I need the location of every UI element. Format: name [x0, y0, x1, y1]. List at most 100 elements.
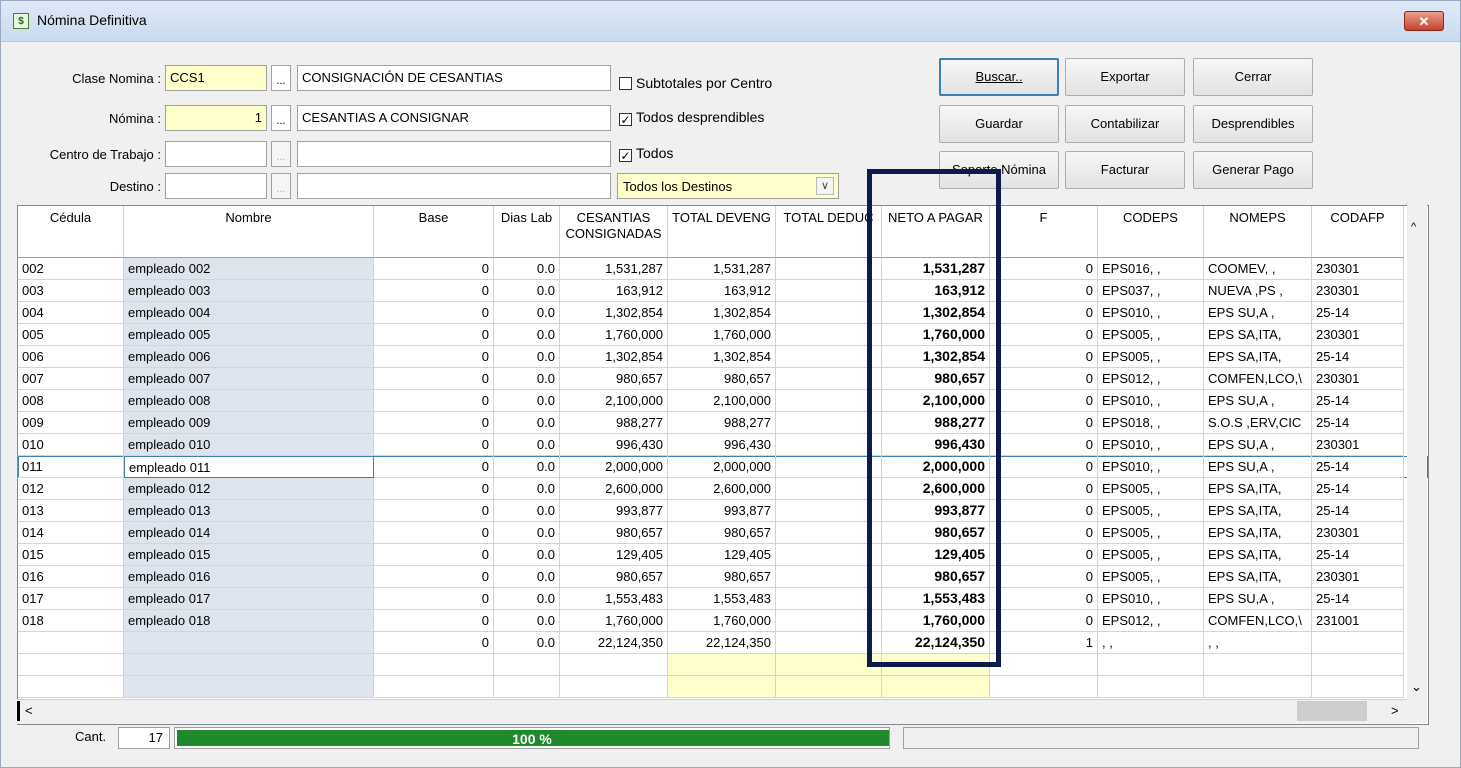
table-row[interactable]: 002 empleado 002 0 0.0 1,531,287 1,531,287 1,5…	[18, 258, 1428, 280]
empty-row[interactable]	[18, 676, 1428, 698]
empty-cell[interactable]	[494, 676, 560, 698]
cell-dias-lab[interactable]: 0.0	[494, 390, 560, 412]
cell-nomeps[interactable]: NUEVA ,PS ,	[1204, 280, 1312, 302]
cell-codeps[interactable]: EPS005, ,	[1098, 324, 1204, 346]
cell-codafp[interactable]: 230301	[1312, 434, 1404, 456]
cell-dias-lab[interactable]: 0.0	[494, 346, 560, 368]
cell-dias-lab[interactable]: 0.0	[494, 434, 560, 456]
cell-total-deveng[interactable]: 993,877	[668, 500, 776, 522]
cell-neto-a-pagar[interactable]: 980,657	[882, 368, 990, 390]
cell-total-deveng[interactable]: 980,657	[668, 522, 776, 544]
column-header-dias-lab[interactable]: Dias Lab	[494, 206, 560, 258]
cell-total-deduc[interactable]	[776, 544, 882, 566]
generar-pago-button[interactable]: Generar Pago	[1193, 151, 1313, 189]
cell-nomeps[interactable]: EPS SA,ITA,	[1204, 478, 1312, 500]
table-row[interactable]: 008 empleado 008 0 0.0 2,100,000 2,100,000 2,1…	[18, 390, 1428, 412]
cell-cedula[interactable]: 013	[18, 500, 124, 522]
cell-cesantias[interactable]: 1,760,000	[560, 610, 668, 632]
centro-trabajo-code-input[interactable]	[165, 141, 267, 167]
cell-codafp[interactable]: 25-14	[1312, 544, 1404, 566]
cell-cesantias[interactable]: 1,302,854	[560, 302, 668, 324]
cell-dias-lab[interactable]: 0.0	[494, 544, 560, 566]
empty-cell[interactable]	[18, 654, 124, 676]
scroll-up-icon[interactable]: ^	[1411, 221, 1416, 233]
cell-codeps[interactable]: EPS005, ,	[1098, 346, 1204, 368]
cell-nomeps[interactable]: EPS SA,ITA,	[1204, 566, 1312, 588]
cell-cedula[interactable]: 006	[18, 346, 124, 368]
todos-checkbox-box[interactable]: ✓	[619, 149, 632, 162]
cell-nombre[interactable]: empleado 002	[124, 258, 374, 280]
destino-lookup-button[interactable]: ...	[271, 173, 291, 199]
cell-neto-a-pagar[interactable]: 980,657	[882, 566, 990, 588]
cell-cesantias[interactable]: 1,760,000	[560, 324, 668, 346]
cell-neto-a-pagar[interactable]: 996,430	[882, 434, 990, 456]
cell-cesantias[interactable]: 2,100,000	[560, 390, 668, 412]
cell-cesantias[interactable]: 980,657	[560, 368, 668, 390]
table-row[interactable]: 012 empleado 012 0 0.0 2,600,000 2,600,000 2,6…	[18, 478, 1428, 500]
centro-trabajo-lookup-button[interactable]: ...	[271, 141, 291, 167]
cell-codafp[interactable]: 230301	[1312, 566, 1404, 588]
cell-nombre[interactable]: empleado 007	[124, 368, 374, 390]
column-header-codafp[interactable]: CODAFP	[1312, 206, 1404, 258]
cell-codeps[interactable]: EPS010, ,	[1098, 456, 1204, 478]
facturar-button[interactable]: Facturar	[1065, 151, 1185, 189]
empty-cell[interactable]	[1098, 654, 1204, 676]
cell-codeps[interactable]: EPS010, ,	[1098, 434, 1204, 456]
contabilizar-button[interactable]: Contabilizar	[1065, 105, 1185, 143]
cell-cesantias[interactable]: 1,553,483	[560, 588, 668, 610]
table-row[interactable]: 014 empleado 014 0 0.0 980,657 980,657 980,657…	[18, 522, 1428, 544]
vertical-scrollbar[interactable]: ^ ⌄	[1407, 205, 1427, 723]
cell-f[interactable]: 0	[990, 566, 1098, 588]
cell-cedula[interactable]: 016	[18, 566, 124, 588]
cell-nombre[interactable]: empleado 011	[124, 456, 374, 478]
cell-nomeps[interactable]: EPS SA,ITA,	[1204, 500, 1312, 522]
cell-dias-lab[interactable]: 0.0	[494, 478, 560, 500]
cell-dias-lab[interactable]: 0.0	[494, 588, 560, 610]
table-row[interactable]: 006 empleado 006 0 0.0 1,302,854 1,302,854 1,3…	[18, 346, 1428, 368]
cell-codeps[interactable]: EPS010, ,	[1098, 302, 1204, 324]
cell-neto-a-pagar[interactable]: 1,760,000	[882, 324, 990, 346]
empty-cell[interactable]	[124, 654, 374, 676]
cell-dias-lab[interactable]: 0.0	[494, 368, 560, 390]
cell-codeps[interactable]: EPS016, ,	[1098, 258, 1204, 280]
cell-codeps[interactable]: EPS005, ,	[1098, 566, 1204, 588]
cell-codafp[interactable]: 25-14	[1312, 390, 1404, 412]
cell-total-deduc[interactable]	[776, 368, 882, 390]
empty-cell[interactable]	[668, 676, 776, 698]
cell-total-deveng[interactable]: 2,000,000	[668, 456, 776, 478]
cell-dias-lab[interactable]: 0.0	[494, 522, 560, 544]
empty-cell[interactable]	[668, 654, 776, 676]
cell-neto-a-pagar[interactable]: 163,912	[882, 280, 990, 302]
cell-nombre[interactable]: empleado 003	[124, 280, 374, 302]
cell-nomeps[interactable]: EPS SU,A ,	[1204, 456, 1312, 478]
destinos-dropdown[interactable]: Todos los Destinos ∨	[617, 173, 839, 199]
cell-base[interactable]: 0	[374, 302, 494, 324]
cell-nombre[interactable]: empleado 012	[124, 478, 374, 500]
cell-nomeps[interactable]: COMFEN,LCO,\	[1204, 610, 1312, 632]
cell-codafp[interactable]: 231001	[1312, 610, 1404, 632]
cell-total-deduc[interactable]	[776, 500, 882, 522]
cell-codafp[interactable]: 230301	[1312, 324, 1404, 346]
cell-nomeps[interactable]: EPS SU,A ,	[1204, 302, 1312, 324]
cell-total-deduc[interactable]	[776, 632, 882, 654]
cell-nomeps[interactable]: EPS SU,A ,	[1204, 390, 1312, 412]
empty-row[interactable]	[18, 654, 1428, 676]
cell-nombre[interactable]: empleado 008	[124, 390, 374, 412]
cell-codafp[interactable]: 230301	[1312, 258, 1404, 280]
cell-cedula[interactable]: 005	[18, 324, 124, 346]
cell-total-deduc[interactable]	[776, 280, 882, 302]
cell-f[interactable]: 0	[990, 610, 1098, 632]
exportar-button[interactable]: Exportar	[1065, 58, 1185, 96]
cell-codafp[interactable]: 230301	[1312, 522, 1404, 544]
cell-nomeps[interactable]: COOMEV, ,	[1204, 258, 1312, 280]
cell-total-deduc[interactable]	[776, 324, 882, 346]
cell-cesantias[interactable]: 1,531,287	[560, 258, 668, 280]
cell-cesantias[interactable]: 129,405	[560, 544, 668, 566]
cell-dias-lab[interactable]: 0.0	[494, 324, 560, 346]
cell-dias-lab[interactable]: 0.0	[494, 302, 560, 324]
cell-total-deveng[interactable]: 1,760,000	[668, 610, 776, 632]
cell-nomeps[interactable]: EPS SA,ITA,	[1204, 544, 1312, 566]
cell-cedula[interactable]: 012	[18, 478, 124, 500]
column-header-codeps[interactable]: CODEPS	[1098, 206, 1204, 258]
scroll-right-icon[interactable]: >	[1391, 703, 1399, 718]
